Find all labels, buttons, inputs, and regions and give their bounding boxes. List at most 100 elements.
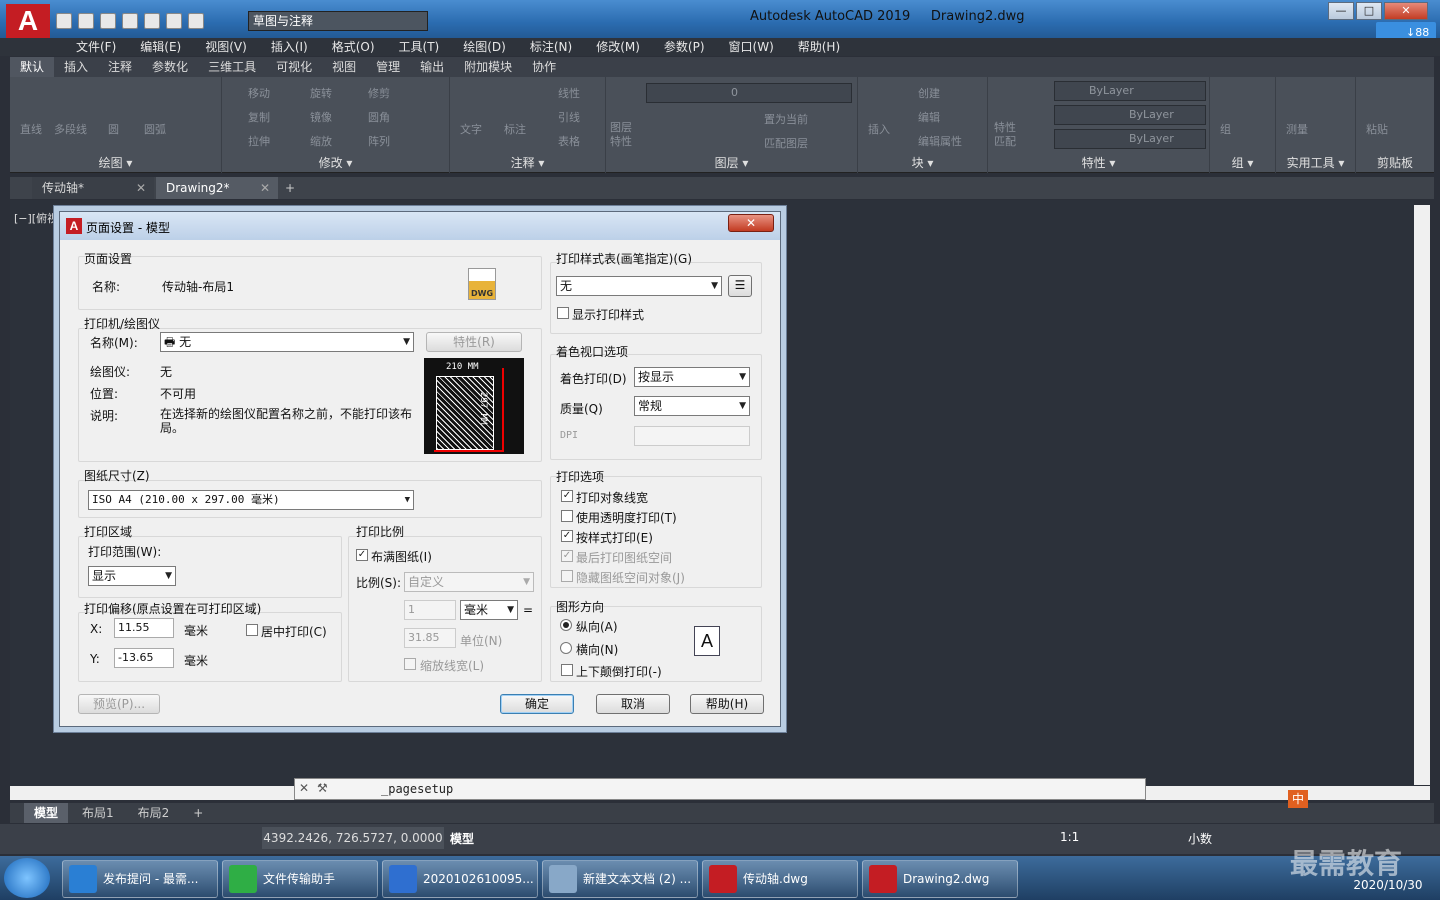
menu-item-8[interactable]: 修改(M) bbox=[584, 38, 652, 56]
scale-denominator-input[interactable]: 31.85 bbox=[404, 628, 456, 648]
color-dropdown[interactable]: ByLayer bbox=[1054, 81, 1206, 101]
menu-item-5[interactable]: 工具(T) bbox=[387, 38, 452, 56]
ribbon-tab-8[interactable]: 输出 bbox=[410, 57, 454, 77]
open-icon[interactable] bbox=[78, 13, 94, 29]
units-dropdown[interactable]: 小数 bbox=[1188, 830, 1212, 847]
layer-dropdown[interactable]: 0 bbox=[646, 83, 852, 103]
ribbon-tab-5[interactable]: 可视化 bbox=[266, 57, 322, 77]
linear-tool[interactable]: 线性 bbox=[558, 85, 580, 101]
annotation-scale[interactable]: 1:1 bbox=[1060, 830, 1079, 844]
arc-tool[interactable]: 圆弧 bbox=[144, 121, 166, 137]
ribbon-tab-1[interactable]: 插入 bbox=[54, 57, 98, 77]
ribbon-panel-draw-title[interactable]: 绘图 ▾ bbox=[10, 154, 221, 171]
polyline-tool[interactable]: 多段线 bbox=[54, 121, 87, 137]
upside-down-checkbox[interactable] bbox=[561, 664, 573, 676]
close-icon[interactable]: ✕ bbox=[136, 177, 146, 199]
line-tool[interactable]: 直线 bbox=[20, 121, 42, 137]
fit-to-paper-checkbox[interactable]: ✓ bbox=[356, 549, 368, 561]
start-button[interactable] bbox=[4, 858, 50, 898]
leader-tool[interactable]: 引线 bbox=[558, 109, 580, 125]
model-space-button[interactable]: 模型 bbox=[450, 830, 474, 847]
printer-name-select[interactable]: 🖶 无 ▼ bbox=[160, 332, 414, 352]
layout-tab-0[interactable]: 模型 bbox=[24, 803, 69, 823]
center-plot-checkbox[interactable] bbox=[246, 624, 258, 636]
ribbon-panel-block-title[interactable]: 块 ▾ bbox=[858, 154, 987, 171]
linetype-dropdown[interactable]: ByLayer bbox=[1054, 105, 1206, 125]
scale-lineweights-checkbox[interactable] bbox=[404, 658, 416, 670]
ribbon-tab-4[interactable]: 三维工具 bbox=[198, 57, 266, 77]
layout-tab-1[interactable]: 布局1 bbox=[72, 803, 124, 823]
save-icon[interactable] bbox=[100, 13, 116, 29]
trim-tool[interactable]: 修剪 bbox=[368, 85, 390, 101]
taskbar-item-4[interactable]: 传动轴.dwg bbox=[702, 860, 858, 898]
edit-attributes-tool[interactable]: 编辑属性 bbox=[918, 133, 962, 149]
lineweight-dropdown[interactable]: ByLayer bbox=[1054, 129, 1206, 149]
match-layer-tool[interactable]: 匹配图层 bbox=[764, 135, 808, 151]
match-properties-tool[interactable]: 特性匹配 bbox=[994, 121, 1022, 149]
plot-style-select[interactable]: 无 ▼ bbox=[556, 276, 722, 296]
ribbon-panel-annotate-title[interactable]: 注释 ▾ bbox=[450, 154, 605, 171]
offset-x-input[interactable]: 11.55 bbox=[114, 618, 174, 638]
undo-icon[interactable] bbox=[166, 13, 182, 29]
group-tool[interactable]: 组 bbox=[1220, 121, 1231, 137]
maximize-button[interactable]: □ bbox=[1356, 2, 1382, 20]
plot-option-checkbox-4[interactable] bbox=[561, 570, 573, 582]
ribbon-tab-6[interactable]: 视图 bbox=[322, 57, 366, 77]
vertical-scrollbar[interactable] bbox=[1414, 205, 1430, 785]
close-icon[interactable]: ✕ bbox=[299, 781, 309, 795]
scale-numerator-input[interactable]: 1 bbox=[404, 600, 456, 620]
new-icon[interactable] bbox=[56, 13, 72, 29]
portrait-radio[interactable] bbox=[560, 619, 572, 631]
ribbon-tab-0[interactable]: 默认 bbox=[10, 57, 55, 77]
circle-tool[interactable]: 圆 bbox=[108, 121, 119, 137]
show-plot-styles-checkbox[interactable] bbox=[557, 307, 569, 319]
ribbon-tab-7[interactable]: 管理 bbox=[366, 57, 410, 77]
ime-indicator[interactable]: 中 bbox=[1288, 790, 1308, 808]
create-block-tool[interactable]: 创建 bbox=[918, 85, 940, 101]
autocad-logo-icon[interactable]: A bbox=[6, 4, 50, 38]
print-icon[interactable] bbox=[144, 13, 160, 29]
menu-item-1[interactable]: 编辑(E) bbox=[128, 38, 193, 56]
array-tool[interactable]: 阵列 bbox=[368, 133, 390, 149]
quality-select[interactable]: 常规 ▼ bbox=[634, 396, 750, 416]
add-tab-icon[interactable]: + bbox=[280, 178, 300, 198]
redo-icon[interactable] bbox=[188, 13, 204, 29]
insert-block-tool[interactable]: 插入 bbox=[868, 121, 890, 137]
close-icon[interactable]: ✕ bbox=[260, 177, 270, 199]
wrench-icon[interactable]: ⚒ bbox=[317, 781, 328, 795]
rotate-tool[interactable]: 旋转 bbox=[310, 85, 332, 101]
ribbon-tab-9[interactable]: 附加模块 bbox=[454, 57, 522, 77]
taskbar-item-2[interactable]: 2020102610095... bbox=[382, 860, 538, 898]
close-button[interactable]: ✕ bbox=[1384, 2, 1428, 20]
menu-item-6[interactable]: 绘图(D) bbox=[451, 38, 518, 56]
fillet-tool[interactable]: 圆角 bbox=[368, 109, 390, 125]
shade-plot-select[interactable]: 按显示 ▼ bbox=[634, 367, 750, 387]
command-line[interactable]: ✕ ⚒ _pagesetup bbox=[294, 778, 1146, 800]
dimension-tool[interactable]: 标注 bbox=[504, 121, 526, 137]
add-layout-icon[interactable]: + bbox=[183, 803, 213, 823]
doc-tab-0[interactable]: 传动轴* ✕ bbox=[32, 177, 154, 199]
scale-select[interactable]: 自定义 ▼ bbox=[404, 572, 534, 592]
ribbon-panel-properties-title[interactable]: 特性 ▾ bbox=[988, 154, 1209, 171]
menu-item-9[interactable]: 参数(P) bbox=[652, 38, 717, 56]
menu-item-4[interactable]: 格式(O) bbox=[320, 38, 387, 56]
ribbon-tab-10[interactable]: 协作 bbox=[522, 57, 566, 77]
stretch-tool[interactable]: 拉伸 bbox=[248, 133, 270, 149]
scale-tool[interactable]: 缩放 bbox=[310, 133, 332, 149]
menu-item-3[interactable]: 插入(I) bbox=[259, 38, 320, 56]
dpi-input[interactable] bbox=[634, 426, 750, 446]
menu-item-7[interactable]: 标注(N) bbox=[518, 38, 584, 56]
layer-properties-tool[interactable]: 图层特性 bbox=[610, 121, 638, 149]
save-as-icon[interactable] bbox=[122, 13, 138, 29]
make-current-tool[interactable]: 置为当前 bbox=[764, 111, 808, 127]
command-input[interactable]: _pagesetup bbox=[381, 782, 453, 796]
printer-properties-button[interactable]: 特性(R) bbox=[426, 332, 522, 352]
plot-option-checkbox-2[interactable]: ✓ bbox=[561, 530, 573, 542]
workspace-dropdown[interactable]: 草图与注释 bbox=[248, 11, 428, 31]
paste-tool[interactable]: 粘贴 bbox=[1366, 121, 1388, 137]
ok-button[interactable]: 确定 bbox=[500, 694, 574, 714]
ribbon-panel-modify-title[interactable]: 修改 ▾ bbox=[222, 154, 449, 171]
measure-tool[interactable]: 测量 bbox=[1286, 121, 1308, 137]
plot-option-checkbox-1[interactable] bbox=[561, 510, 573, 522]
minimize-button[interactable]: — bbox=[1328, 2, 1354, 20]
